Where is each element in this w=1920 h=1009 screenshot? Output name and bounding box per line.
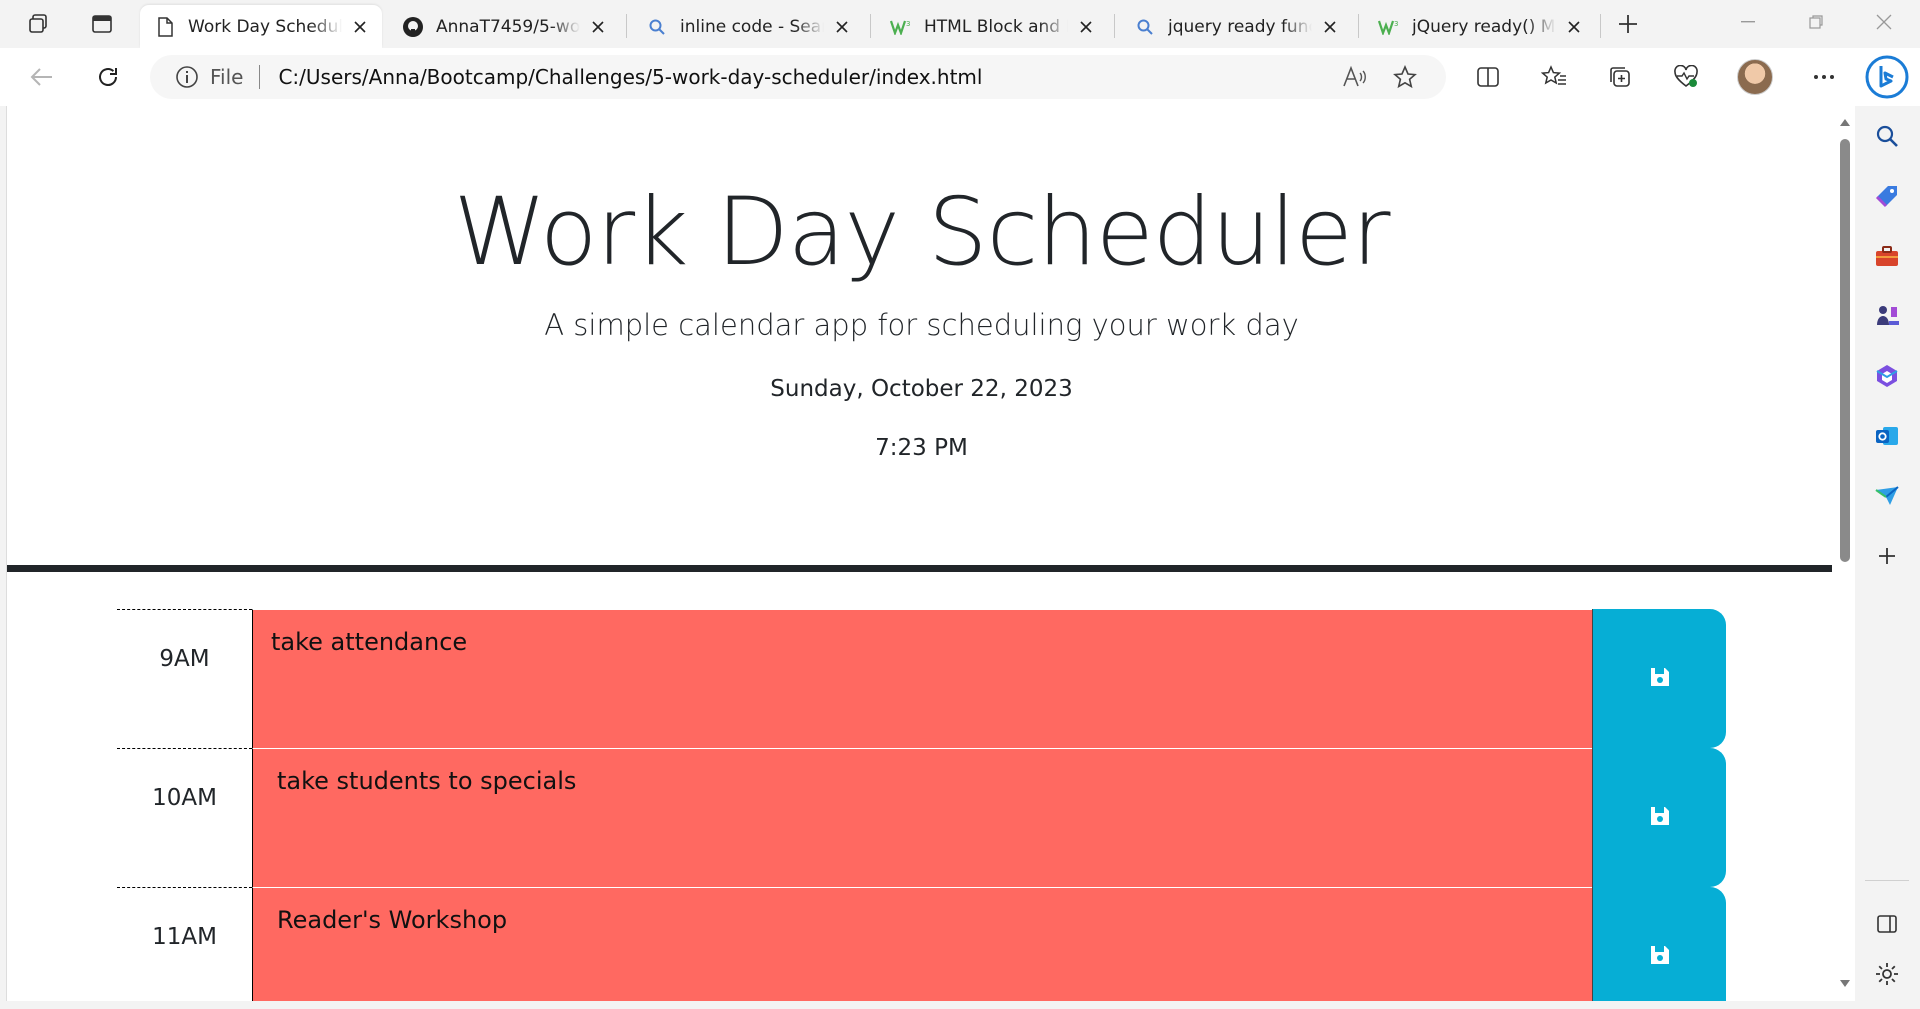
tab-title: inline code - Search bbox=[680, 16, 824, 37]
document-icon bbox=[154, 16, 176, 38]
browser-toolbar: File C:/Users/Anna/Bootcamp/Challenges/5… bbox=[0, 48, 1920, 106]
event-description[interactable]: Reader's Workshop bbox=[252, 887, 1592, 1001]
workspaces-icon[interactable] bbox=[20, 8, 56, 40]
page-subtitle: A simple calendar app for scheduling you… bbox=[544, 308, 1299, 342]
info-icon[interactable] bbox=[174, 64, 200, 90]
shopping-tag-icon[interactable] bbox=[1869, 178, 1905, 214]
address-divider bbox=[259, 65, 261, 89]
tab-separator bbox=[1114, 14, 1115, 38]
save-icon bbox=[1649, 805, 1671, 831]
collections-icon[interactable] bbox=[1600, 58, 1640, 96]
save-icon bbox=[1649, 666, 1671, 692]
event-description[interactable]: take students to specials bbox=[252, 748, 1592, 887]
w3schools-icon: 3 bbox=[890, 16, 912, 38]
bing-copilot-icon[interactable] bbox=[1864, 54, 1910, 100]
edge-sidebar bbox=[1855, 106, 1920, 1009]
current-date: Sunday, October 22, 2023 bbox=[770, 376, 1073, 402]
new-tab-icon[interactable] bbox=[1610, 8, 1646, 40]
tab-separator bbox=[870, 14, 871, 38]
scroll-up-icon[interactable] bbox=[1839, 116, 1851, 128]
hide-sidebar-icon[interactable] bbox=[1869, 906, 1905, 942]
tab-separator bbox=[1600, 14, 1601, 38]
tab-work-day-scheduler[interactable]: Work Day Scheduler bbox=[140, 5, 382, 48]
tab-title: AnnaT7459/5-work-day-scheduler bbox=[436, 16, 580, 37]
close-tab-icon[interactable] bbox=[586, 15, 610, 39]
scrollbar-thumb[interactable] bbox=[1840, 139, 1850, 562]
browser-essentials-icon[interactable] bbox=[1666, 58, 1706, 96]
svg-text:3: 3 bbox=[1394, 20, 1398, 28]
tab-title: HTML Block and Inline Elements bbox=[924, 16, 1068, 37]
svg-text:3: 3 bbox=[906, 20, 910, 28]
time-block-10am: 10AM take students to specials bbox=[117, 748, 1727, 887]
address-scheme: File bbox=[210, 65, 244, 89]
header-divider bbox=[7, 565, 1832, 572]
save-button[interactable] bbox=[1592, 887, 1726, 1001]
tab-separator bbox=[626, 14, 627, 38]
address-bar[interactable]: File C:/Users/Anna/Bootcamp/Challenges/5… bbox=[150, 55, 1446, 99]
page-viewport: Work Day Scheduler A simple calendar app… bbox=[6, 106, 1835, 1001]
save-icon bbox=[1649, 944, 1671, 970]
sidebar-divider bbox=[1865, 880, 1909, 881]
time-block-11am: 11AM Reader's Workshop bbox=[117, 887, 1727, 1001]
tab-title: Work Day Scheduler bbox=[188, 16, 342, 37]
outlook-icon[interactable] bbox=[1869, 418, 1905, 454]
tab-title: jQuery ready() Method bbox=[1412, 16, 1556, 37]
add-sidebar-app-icon[interactable] bbox=[1869, 538, 1905, 574]
event-description[interactable]: take attendance bbox=[252, 609, 1592, 748]
favorites-icon[interactable] bbox=[1534, 58, 1574, 96]
w3schools-icon: 3 bbox=[1378, 16, 1400, 38]
back-icon[interactable] bbox=[22, 58, 62, 96]
save-button[interactable] bbox=[1592, 609, 1726, 748]
tab-separator bbox=[1358, 14, 1359, 38]
hour-label: 9AM bbox=[117, 609, 252, 748]
vertical-tabs-icon[interactable] bbox=[84, 8, 120, 40]
page-scrollbar[interactable] bbox=[1835, 106, 1855, 1001]
tab-jquery-ready-search[interactable]: jquery ready function - Search bbox=[1120, 5, 1352, 48]
close-tab-icon[interactable] bbox=[348, 15, 372, 39]
close-tab-icon[interactable] bbox=[1562, 15, 1586, 39]
close-tab-icon[interactable] bbox=[1318, 15, 1342, 39]
tab-jquery-ready-method[interactable]: 3 jQuery ready() Method bbox=[1364, 5, 1596, 48]
save-button[interactable] bbox=[1592, 748, 1726, 887]
search-icon bbox=[646, 16, 668, 38]
page-title: Work Day Scheduler bbox=[453, 178, 1391, 287]
tab-strip: Work Day Scheduler AnnaT7459/5-work-day-… bbox=[0, 0, 1920, 48]
tab-title: jquery ready function - Search bbox=[1168, 16, 1312, 37]
tools-icon[interactable] bbox=[1869, 238, 1905, 274]
send-drop-icon[interactable] bbox=[1869, 478, 1905, 514]
address-url[interactable]: C:/Users/Anna/Bootcamp/Challenges/5-work… bbox=[278, 65, 982, 89]
schedule-container: 9AM take attendance 10AM take students t… bbox=[117, 609, 1727, 1001]
close-tab-icon[interactable] bbox=[830, 15, 854, 39]
favorite-star-icon[interactable] bbox=[1390, 63, 1420, 91]
hour-label: 11AM bbox=[117, 887, 252, 1001]
read-aloud-icon[interactable] bbox=[1340, 63, 1370, 91]
tab-html-block-inline[interactable]: 3 HTML Block and Inline Elements bbox=[876, 5, 1108, 48]
tab-inline-code-search[interactable]: inline code - Search bbox=[632, 5, 864, 48]
microsoft-365-icon[interactable] bbox=[1869, 358, 1905, 394]
refresh-icon[interactable] bbox=[88, 58, 128, 96]
more-options-icon[interactable] bbox=[1804, 58, 1844, 96]
tab-github[interactable]: AnnaT7459/5-work-day-scheduler bbox=[388, 5, 620, 48]
search-icon[interactable] bbox=[1869, 118, 1905, 154]
search-icon bbox=[1134, 16, 1156, 38]
time-block-9am: 9AM take attendance bbox=[117, 609, 1727, 748]
games-icon[interactable] bbox=[1869, 298, 1905, 334]
settings-gear-icon[interactable] bbox=[1869, 956, 1905, 992]
restore-icon[interactable] bbox=[1782, 0, 1850, 44]
hour-label: 10AM bbox=[117, 748, 252, 887]
current-time: 7:23 PM bbox=[875, 435, 968, 461]
split-screen-icon[interactable] bbox=[1468, 58, 1508, 96]
github-icon bbox=[402, 16, 424, 38]
minimize-icon[interactable] bbox=[1714, 0, 1782, 44]
close-tab-icon[interactable] bbox=[1074, 15, 1098, 39]
close-window-icon[interactable] bbox=[1850, 0, 1918, 44]
scroll-down-icon[interactable] bbox=[1839, 978, 1851, 990]
profile-avatar[interactable] bbox=[1737, 59, 1773, 95]
